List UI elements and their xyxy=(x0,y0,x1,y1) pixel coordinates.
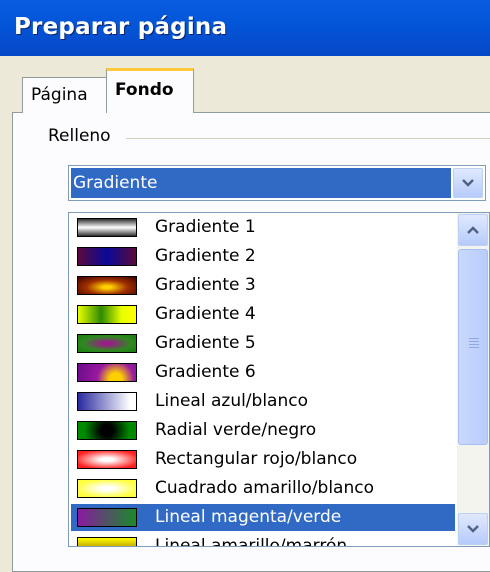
gradient-list-item[interactable]: Gradiente 3 xyxy=(71,272,455,299)
group-label-relleno: Relleno xyxy=(44,126,115,146)
gradient-list-item[interactable]: Gradiente 5 xyxy=(71,330,455,357)
gradient-list-item-label: Gradiente 2 xyxy=(155,246,256,266)
gradient-swatch xyxy=(77,218,137,237)
fill-type-selected[interactable]: Gradiente xyxy=(71,168,451,198)
gradient-list-item[interactable]: Lineal azul/blanco xyxy=(71,388,455,415)
gradient-list-item-label: Lineal magenta/verde xyxy=(155,507,342,527)
gradient-swatch xyxy=(77,305,137,324)
gradient-list-item[interactable]: Rectangular rojo/blanco xyxy=(71,446,455,473)
fill-type-dropdown[interactable]: Gradiente xyxy=(68,165,486,201)
tab-pagina[interactable]: Página xyxy=(22,77,108,113)
chevron-up-icon xyxy=(467,226,479,234)
gradient-swatch xyxy=(77,508,137,527)
vertical-scrollbar[interactable] xyxy=(457,213,489,546)
chevron-down-icon xyxy=(467,525,479,533)
gradient-list-item[interactable]: Lineal amarillo/marrón xyxy=(71,533,455,547)
title-bar[interactable]: Preparar página xyxy=(0,0,490,56)
gradient-swatch xyxy=(77,450,137,469)
gradient-list-item-label: Lineal azul/blanco xyxy=(155,391,308,411)
thumb-grip xyxy=(469,338,479,339)
dropdown-button[interactable] xyxy=(453,168,483,198)
thumb-grip xyxy=(469,344,479,345)
gradient-swatch xyxy=(77,247,137,266)
chevron-down-icon xyxy=(462,179,474,187)
gradient-list-item-label: Gradiente 3 xyxy=(155,275,256,295)
window-title: Preparar página xyxy=(14,14,228,40)
gradient-list-item-label: Rectangular rojo/blanco xyxy=(155,449,358,469)
scroll-thumb[interactable] xyxy=(458,249,488,445)
thumb-grip xyxy=(469,341,479,342)
gradient-list-item[interactable]: Radial verde/negro xyxy=(71,417,455,444)
gradient-list-item-label: Gradiente 4 xyxy=(155,304,256,324)
gradient-list-item-label: Gradiente 1 xyxy=(155,217,256,237)
gradient-list-item[interactable]: Gradiente 2 xyxy=(71,243,455,270)
gradient-swatch xyxy=(77,363,137,382)
gradient-list-item[interactable]: Gradiente 4 xyxy=(71,301,455,328)
gradient-list-item[interactable]: Gradiente 6 xyxy=(71,359,455,386)
gradient-list-item[interactable]: Gradiente 1 xyxy=(71,214,455,241)
gradient-swatch xyxy=(77,276,137,295)
thumb-grip xyxy=(469,347,479,348)
scroll-down-button[interactable] xyxy=(458,513,488,545)
gradient-swatch xyxy=(77,392,137,411)
gradient-list-item[interactable]: Cuadrado amarillo/blanco xyxy=(71,475,455,502)
gradient-swatch xyxy=(77,421,137,440)
gradient-list-item-label: Cuadrado amarillo/blanco xyxy=(155,478,374,498)
gradient-swatch xyxy=(77,479,137,498)
gradient-listbox[interactable]: Gradiente 1 Gradiente 2 Gradiente 3 Gradien… xyxy=(68,212,490,547)
gradient-list-item-label: Gradiente 6 xyxy=(155,362,256,382)
gradient-list-item-label: Lineal amarillo/marrón xyxy=(155,536,348,547)
gradient-list-item-label: Radial verde/negro xyxy=(155,420,317,440)
gradient-swatch xyxy=(77,537,137,546)
gradient-swatch xyxy=(77,334,137,353)
gradient-list-item[interactable]: Lineal magenta/verde xyxy=(71,504,455,531)
gradient-list-item-label: Gradiente 5 xyxy=(155,333,256,353)
tab-fondo[interactable]: Fondo xyxy=(106,68,194,113)
scroll-up-button[interactable] xyxy=(458,214,488,246)
group-divider xyxy=(126,138,490,139)
